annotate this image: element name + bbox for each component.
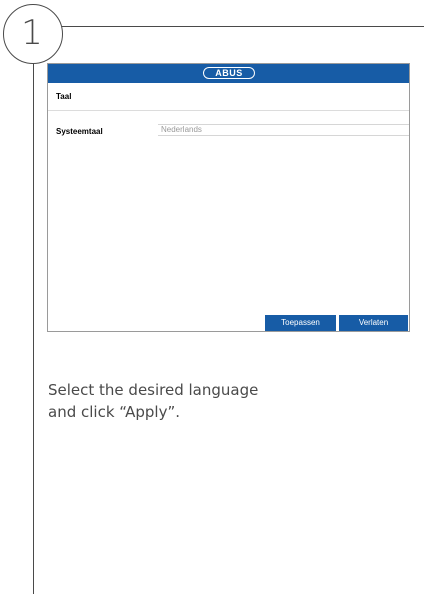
step-number-badge: 1 — [3, 4, 63, 64]
step-number: 1 — [21, 13, 43, 53]
top-divider — [61, 26, 424, 27]
exit-button[interactable]: Verlaten — [339, 315, 408, 331]
side-divider — [33, 63, 34, 594]
system-language-select[interactable]: Nederlands — [158, 124, 409, 136]
instruction-text: Select the desired language and click “A… — [48, 379, 348, 423]
system-language-label: Systeemtaal — [56, 127, 103, 136]
abus-logo: ABUS — [203, 67, 255, 79]
instruction-line-1: Select the desired language — [48, 381, 259, 399]
app-header-bar: ABUS — [48, 64, 409, 83]
title-divider — [48, 110, 409, 111]
instruction-line-2: and click “Apply”. — [48, 403, 180, 421]
dvr-screenshot: ABUS Taal Systeemtaal Nederlands Toepass… — [47, 63, 410, 332]
page-title: Taal — [56, 92, 72, 101]
apply-button[interactable]: Toepassen — [265, 315, 336, 331]
